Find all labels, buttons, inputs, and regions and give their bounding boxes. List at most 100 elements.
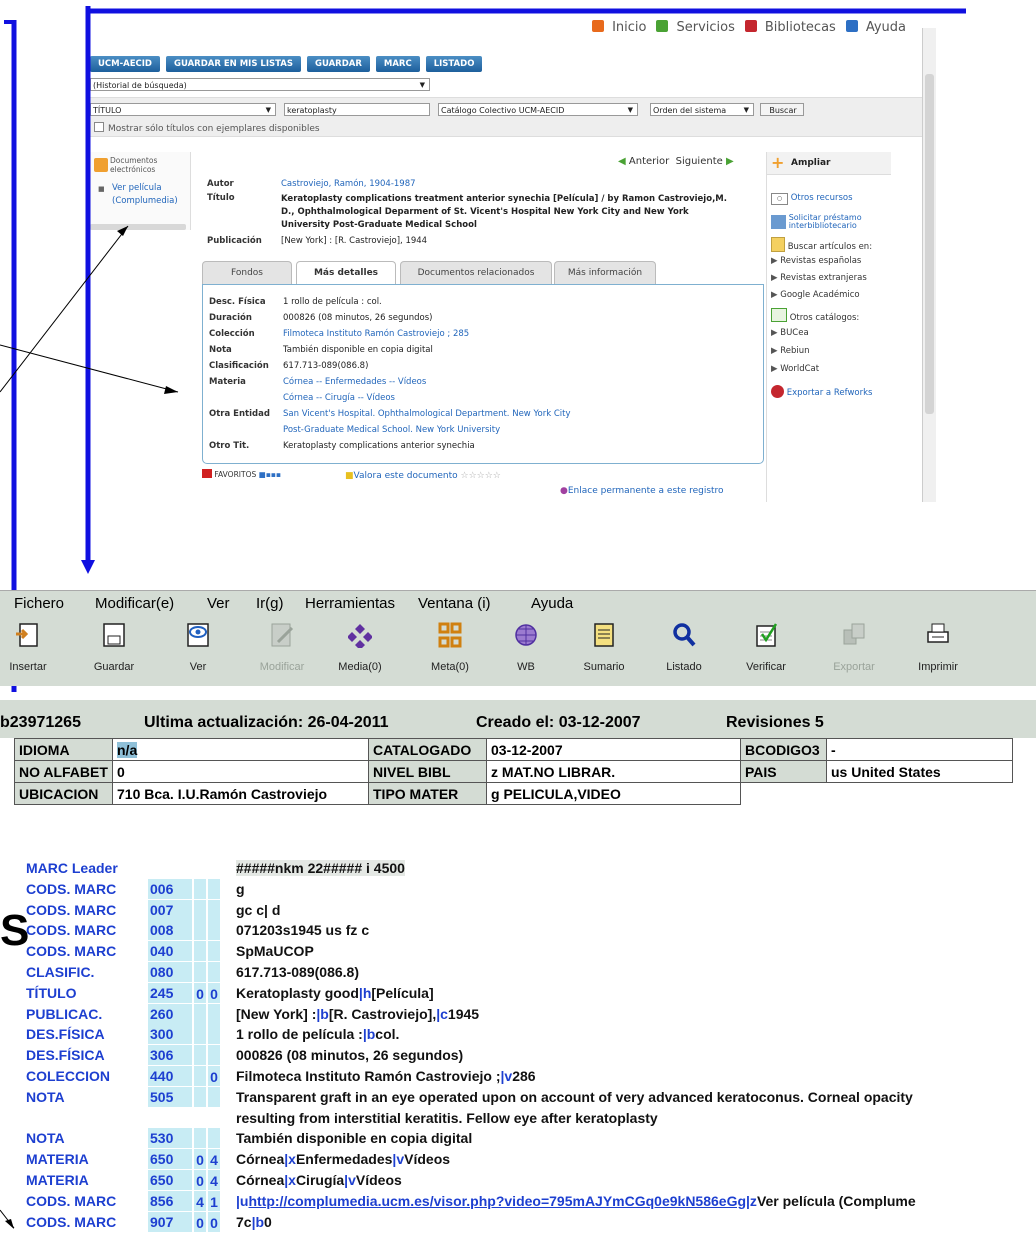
marc-tag: 856 xyxy=(148,1190,192,1211)
marc-indicator-2 xyxy=(208,1045,220,1066)
marc-field-row[interactable]: CODS. MARC 040 SpMaUCOP xyxy=(14,941,1036,962)
fixed-field-label: CATALOGADO xyxy=(368,738,487,761)
toolbar-verificar-button[interactable]: Verificar xyxy=(733,616,799,686)
marc-indicator-1 xyxy=(194,899,206,920)
subfield-delimiter: |c xyxy=(436,1005,448,1022)
marc-field-row[interactable]: CODS. MARC 008 071203s1945 us fz c xyxy=(14,920,1036,941)
fixed-field-value[interactable] xyxy=(827,783,1013,805)
subfield-delimiter: |b xyxy=(316,1005,329,1022)
meta-icon xyxy=(438,622,462,648)
marc-field-row[interactable]: MATERIA 650 0 4 Córnea|xEnfermedades|vVídeos xyxy=(14,1149,1036,1170)
marc-text: 7c xyxy=(236,1213,252,1230)
marc-indicator-2: 0 xyxy=(208,1066,220,1086)
toolbar-exportar-button[interactable]: Exportar xyxy=(821,616,887,686)
fixed-field-value[interactable]: 03-12-2007 xyxy=(486,738,741,761)
globe-icon xyxy=(515,624,537,646)
menu-item[interactable]: Ayuda xyxy=(531,595,573,612)
marc-indicator-2: 4 xyxy=(208,1149,220,1170)
menu-item[interactable]: Modificar(e) xyxy=(95,595,174,612)
marc-indicator-2 xyxy=(208,1086,220,1107)
toolbar-wb-button[interactable]: WB xyxy=(493,616,559,686)
marc-tag-text: 008 xyxy=(150,922,174,939)
fixed-field-value[interactable]: 710 Bca. I.U.Ramón Castroviejo xyxy=(112,782,369,805)
marc-indicator-1: 0 xyxy=(194,982,206,1003)
marc-value: g xyxy=(236,881,245,897)
marc-text: Córnea xyxy=(236,1172,285,1188)
marc-indicator-1: 0 xyxy=(194,1170,206,1190)
toolbar-insertar-button[interactable]: Insertar xyxy=(0,616,61,686)
marc-indicator-2 xyxy=(208,962,220,982)
marc-field-row[interactable]: TÍTULO 245 0 0 Keratoplasty good|h[Película] xyxy=(14,982,1036,1003)
marc-text: SpMaUCOP xyxy=(236,943,314,960)
toolbar-meta-0-button[interactable]: Meta(0) xyxy=(417,616,483,686)
marc-field-row[interactable]: DES.FÍSICA 306 000826 (08 minutos, 26 segu… xyxy=(14,1045,1036,1066)
menu-item[interactable]: Ir(g) xyxy=(256,595,284,612)
subfield-delimiter: |h xyxy=(358,984,372,1001)
marc-label: PUBLICAC. xyxy=(26,1005,103,1022)
menu-item[interactable]: Herramientas xyxy=(305,595,395,612)
toolbar-sumario-button[interactable]: Sumario xyxy=(571,616,637,686)
marc-value: 000826 (08 minutos, 26 segundos) xyxy=(236,1047,463,1063)
marc-tag-text: 650 xyxy=(150,1151,174,1168)
toolbar-label: Sumario xyxy=(583,661,625,673)
marc-text: Cirugía xyxy=(295,1172,345,1188)
toolbar-media-0-button[interactable]: Media(0) xyxy=(327,616,393,686)
marc-tag: 245 xyxy=(148,982,192,1003)
marc-text: Vídeos xyxy=(404,1151,451,1168)
marc-continuation-row[interactable]: resulting from interstitial keratitis. F… xyxy=(14,1108,1036,1128)
marc-field-row[interactable]: MARC Leader #####nkm 22##### i 4500 xyxy=(14,858,1036,878)
marc-text: 286 xyxy=(512,1068,536,1084)
marc-field-row[interactable]: CLASIFIC. 080 617.713-089(086.8) xyxy=(14,962,1036,982)
marc-indicator-2: 0 xyxy=(208,1211,220,1232)
selected-cell-text: n/a xyxy=(117,741,138,758)
marc-value: resulting from interstitial keratitis. F… xyxy=(236,1110,658,1126)
menu-item[interactable]: Ver xyxy=(207,595,230,612)
toolbar-guardar-button[interactable]: Guardar xyxy=(81,616,147,686)
marc-field-row[interactable]: COLECCION 440 0 Filmoteca Instituto Ramón C… xyxy=(14,1066,1036,1086)
marc-text: Enfermedades xyxy=(295,1151,393,1168)
eye-icon xyxy=(187,623,209,647)
marc-tag: 080 xyxy=(148,962,192,982)
fixed-field-value[interactable]: 0 xyxy=(112,760,369,783)
marc-indicator-2 xyxy=(208,1128,220,1149)
marc-field-row[interactable]: CODS. MARC 007 gc c| d xyxy=(14,899,1036,920)
marc-indicator-1 xyxy=(194,1003,206,1024)
marc-tag: 007 xyxy=(148,899,192,920)
marc-text: 617.713-089(086.8) xyxy=(236,964,359,980)
marc-label: CODS. MARC xyxy=(26,943,117,960)
toolbar-ver-button[interactable]: Ver xyxy=(165,616,231,686)
marc-field-row[interactable]: DES.FÍSICA 300 1 rollo de película :|bcol. xyxy=(14,1024,1036,1045)
marc-text: 1 rollo de película : xyxy=(236,1026,363,1043)
fixed-field-value[interactable]: us United States xyxy=(826,760,1013,783)
menu-item[interactable]: Ventana (i) xyxy=(418,595,491,612)
marc-field-row[interactable]: CODS. MARC 907 0 0 7c|b0 xyxy=(14,1211,1036,1232)
marc-field-row[interactable]: MATERIA 650 0 4 Córnea|xCirugía|vVídeos xyxy=(14,1170,1036,1190)
marc-value: Filmoteca Instituto Ramón Castroviejo ;|… xyxy=(236,1068,536,1084)
fixed-field-row: NO ALFABET 0 NIVEL BIBL z MAT.NO LIBRAR. PAI… xyxy=(14,760,1013,783)
subfield-delimiter: |x xyxy=(284,1172,296,1188)
marc-field-row[interactable]: CODS. MARC 856 4 1 |uhttp://complumedia.ucm.… xyxy=(14,1190,1036,1211)
marc-text: Keratoplasty good xyxy=(236,984,359,1001)
marc-tag: 650 xyxy=(148,1149,192,1170)
marc-field-row[interactable]: NOTA 530 También disponible en copia digit… xyxy=(14,1128,1036,1149)
marc-tag-text: 907 xyxy=(150,1213,174,1230)
toolbar-modificar-button[interactable]: Modificar xyxy=(249,616,315,686)
marc-value: 7c|b0 xyxy=(236,1214,272,1230)
subfield-delimiter: |v xyxy=(392,1151,405,1168)
marc-indicator-2: 4 xyxy=(208,1170,220,1190)
marc-field-row[interactable]: CODS. MARC 006 g xyxy=(14,878,1036,899)
toolbar-imprimir-button[interactable]: Imprimir xyxy=(905,616,971,686)
marc-field-row[interactable]: PUBLICAC. 260 [New York] :|b[R. Castroviej… xyxy=(14,1003,1036,1024)
fixed-field-value[interactable]: z MAT.NO LIBRAR. xyxy=(486,760,741,783)
fixed-field-value[interactable]: - xyxy=(826,738,1013,761)
toolbar-listado-button[interactable]: Listado xyxy=(651,616,717,686)
fixed-field-label: PAIS xyxy=(740,760,827,783)
fixed-field-value[interactable]: n/a xyxy=(112,738,369,761)
marc-field-row[interactable]: NOTA 505 Transparent graft in an eye opera… xyxy=(14,1086,1036,1107)
fixed-field-label: TIPO MATER xyxy=(368,782,487,805)
marc-text: Córnea xyxy=(236,1151,285,1168)
menu-item[interactable]: Fichero xyxy=(14,595,64,612)
marc-value: También disponible en copia digital xyxy=(236,1130,472,1146)
url-link[interactable]: http://complumedia.ucm.es/visor.php?vide… xyxy=(248,1193,746,1209)
fixed-field-value[interactable]: g PELICULA,VIDEO xyxy=(486,782,741,805)
